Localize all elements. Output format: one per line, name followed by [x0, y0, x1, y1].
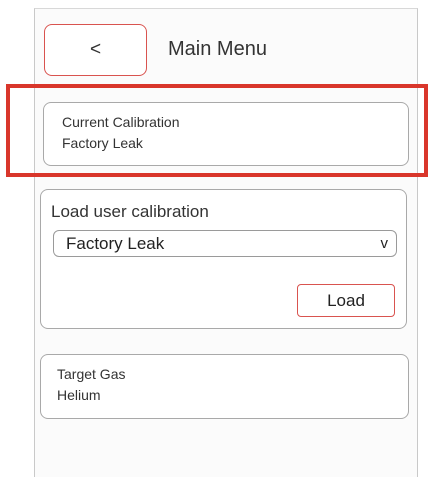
load-calibration-card: Load user calibration Factory Leak v Loa…: [40, 189, 407, 329]
chevron-down-icon: v: [380, 235, 389, 252]
current-calibration-card: Current Calibration Factory Leak: [43, 102, 409, 166]
load-calibration-title: Load user calibration: [51, 202, 209, 221]
page-title: Main Menu: [168, 38, 267, 60]
current-calibration-value: Factory Leak: [62, 135, 143, 151]
calibration-select-value: Factory Leak: [66, 233, 165, 253]
target-gas-value: Helium: [57, 387, 101, 403]
screen: < Main Menu Current Calibration Factory …: [0, 0, 430, 477]
target-gas-card: Target Gas Helium: [40, 354, 409, 419]
load-button[interactable]: Load: [297, 284, 395, 317]
calibration-select[interactable]: Factory Leak v: [53, 230, 397, 257]
back-arrow-icon: <: [89, 39, 102, 60]
target-gas-label: Target Gas: [57, 366, 126, 382]
back-button[interactable]: <: [44, 24, 147, 76]
current-calibration-label: Current Calibration: [62, 114, 180, 130]
